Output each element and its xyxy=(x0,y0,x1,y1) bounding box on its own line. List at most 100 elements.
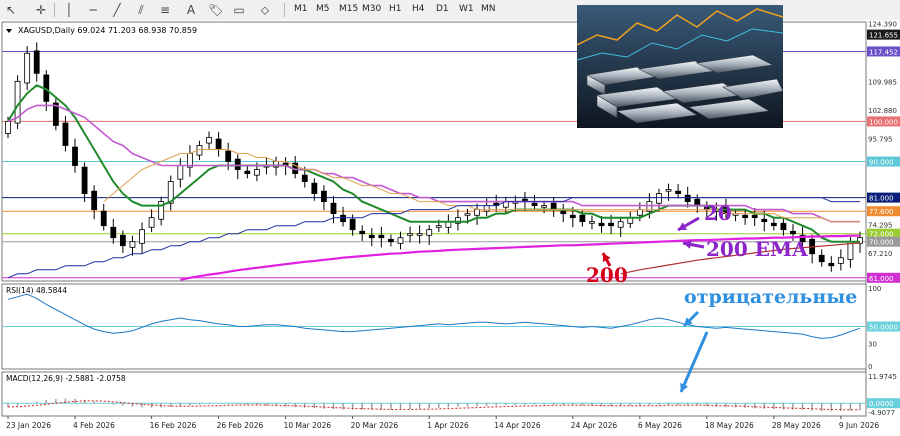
macd-tick-min: -4.9077 xyxy=(868,409,895,417)
rsi-50-label: 50.0000 xyxy=(869,324,898,332)
candle-body xyxy=(435,225,442,228)
candle-body xyxy=(541,205,547,208)
crosshair-icon[interactable]: ✛ xyxy=(34,3,48,17)
symbol-header: XAGUSD,Daily 69.024 71.203 68.938 70.859 xyxy=(18,26,197,35)
rsi-tick-30: 30 xyxy=(868,341,877,349)
candle-body xyxy=(675,190,682,194)
fibonacci-icon[interactable]: ≡ xyxy=(158,3,172,17)
timeframe-d1[interactable]: D1 xyxy=(436,4,449,14)
y-tick-label-4: 95.795 xyxy=(868,135,893,143)
candle-body xyxy=(378,234,385,239)
x-tick-label-12: 9 Jun 2026 xyxy=(839,421,880,430)
channel-icon[interactable]: ⫽ xyxy=(134,3,148,17)
arrow-shapes-icon[interactable]: ⬦ xyxy=(258,3,272,17)
candle-body xyxy=(359,230,366,235)
candle-body xyxy=(24,52,31,84)
candle-body xyxy=(215,138,222,150)
candle-body xyxy=(388,238,394,243)
price-level-label-7: 70.000 xyxy=(869,239,894,247)
candle-body xyxy=(560,210,567,215)
timeframe-m5[interactable]: M5 xyxy=(316,4,330,14)
price-level-label-4: 81.000 xyxy=(869,195,894,203)
label-icon[interactable]: 🏷 xyxy=(208,3,223,17)
cursor-icon[interactable]: ↖ xyxy=(4,3,18,17)
x-tick-label-0: 23 Jan 2026 xyxy=(6,421,51,430)
toolbar-separator xyxy=(284,3,285,17)
x-tick-label-1: 4 Feb 2026 xyxy=(73,421,115,430)
candle-body xyxy=(311,182,318,194)
x-tick-label-4: 10 Mar 2026 xyxy=(284,421,332,430)
rsi-tick-100: 100 xyxy=(868,285,881,293)
candle-body xyxy=(62,122,69,146)
candle-body xyxy=(464,213,471,216)
price-level-label-5: 77.600 xyxy=(869,208,894,216)
candle-body xyxy=(253,169,260,176)
x-tick-label-2: 16 Feb 2026 xyxy=(150,421,197,430)
price-level-label-1: 117.452 xyxy=(869,48,898,56)
candle-body xyxy=(579,214,586,223)
timeframe-m15[interactable]: M15 xyxy=(339,4,358,14)
price-level-label-3: 90.000 xyxy=(869,159,894,167)
trendline-icon[interactable]: ╱ xyxy=(110,3,124,17)
candle-body xyxy=(636,209,643,216)
timeframe-mn[interactable]: MN xyxy=(481,4,496,14)
rectangle-icon[interactable]: ▭ xyxy=(232,3,246,17)
candle-body xyxy=(206,137,212,144)
candle-body xyxy=(426,229,433,236)
candle-body xyxy=(368,234,375,239)
rsi-title: RSI(14) 48.5844 xyxy=(6,286,67,295)
candle-body xyxy=(569,214,576,219)
candle-body xyxy=(837,257,844,264)
x-tick-label-9: 6 May 2026 xyxy=(638,421,682,430)
timeframe-m30[interactable]: M30 xyxy=(362,4,381,14)
candle-body xyxy=(761,218,768,223)
ema20-annotation: 20 xyxy=(704,201,732,225)
candle-body xyxy=(751,214,758,219)
macd-zero-label: 0.0000 xyxy=(869,400,894,408)
candle-body xyxy=(684,194,691,203)
silver-bars-image xyxy=(577,5,783,128)
candle-body xyxy=(110,226,117,239)
x-tick-label-6: 1 Apr 2026 xyxy=(427,421,469,430)
candle-body xyxy=(119,234,126,247)
macd-title: MACD(12,26,9) -2.5881 -2.0758 xyxy=(6,374,126,383)
candle-body xyxy=(483,205,490,212)
candle-body xyxy=(818,254,825,263)
negative-annotation: отрицательные xyxy=(684,286,858,308)
candle-body xyxy=(474,209,480,216)
macd-tick-max: 11.9745 xyxy=(868,373,897,381)
candle-body xyxy=(742,214,749,219)
x-tick-label-10: 18 May 2026 xyxy=(705,421,754,430)
y-tick-label-3: 102.880 xyxy=(868,107,897,115)
candle-body xyxy=(244,170,251,174)
timeframe-w1[interactable]: W1 xyxy=(459,4,474,14)
candle-body xyxy=(72,146,78,166)
candle-body xyxy=(340,214,346,223)
candle-body xyxy=(531,202,538,207)
horizontal-line-icon[interactable]: ─ xyxy=(86,3,100,17)
y-tick-label-7: 74.295 xyxy=(868,221,893,229)
y-tick-label-0: 124.390 xyxy=(868,21,897,29)
toolbar-separator xyxy=(54,3,55,17)
x-tick-label-8: 24 Apr 2026 xyxy=(571,421,618,430)
candle-body xyxy=(225,150,232,162)
candle-body xyxy=(321,190,327,203)
candle-body xyxy=(234,158,241,170)
ema200-annotation: 200 EMA xyxy=(706,237,808,261)
x-tick-label-3: 26 Feb 2026 xyxy=(217,421,264,430)
candle-body xyxy=(598,222,605,227)
timeframe-m1[interactable]: M1 xyxy=(294,4,308,14)
text-icon[interactable]: A xyxy=(184,3,198,17)
candle-body xyxy=(770,222,777,227)
candle-body xyxy=(790,230,796,235)
timeframe-h4[interactable]: H4 xyxy=(412,4,425,14)
candle-body xyxy=(129,241,136,248)
candle-body xyxy=(617,221,624,228)
sma200-annotation: 200 xyxy=(586,263,628,287)
candle-body xyxy=(177,165,184,180)
candle-body xyxy=(397,237,404,244)
timeframe-h1[interactable]: H1 xyxy=(389,4,402,14)
vertical-line-icon[interactable]: │ xyxy=(62,3,76,17)
candle-body xyxy=(81,166,88,194)
price-level-label-0: 121.655 xyxy=(869,32,898,40)
